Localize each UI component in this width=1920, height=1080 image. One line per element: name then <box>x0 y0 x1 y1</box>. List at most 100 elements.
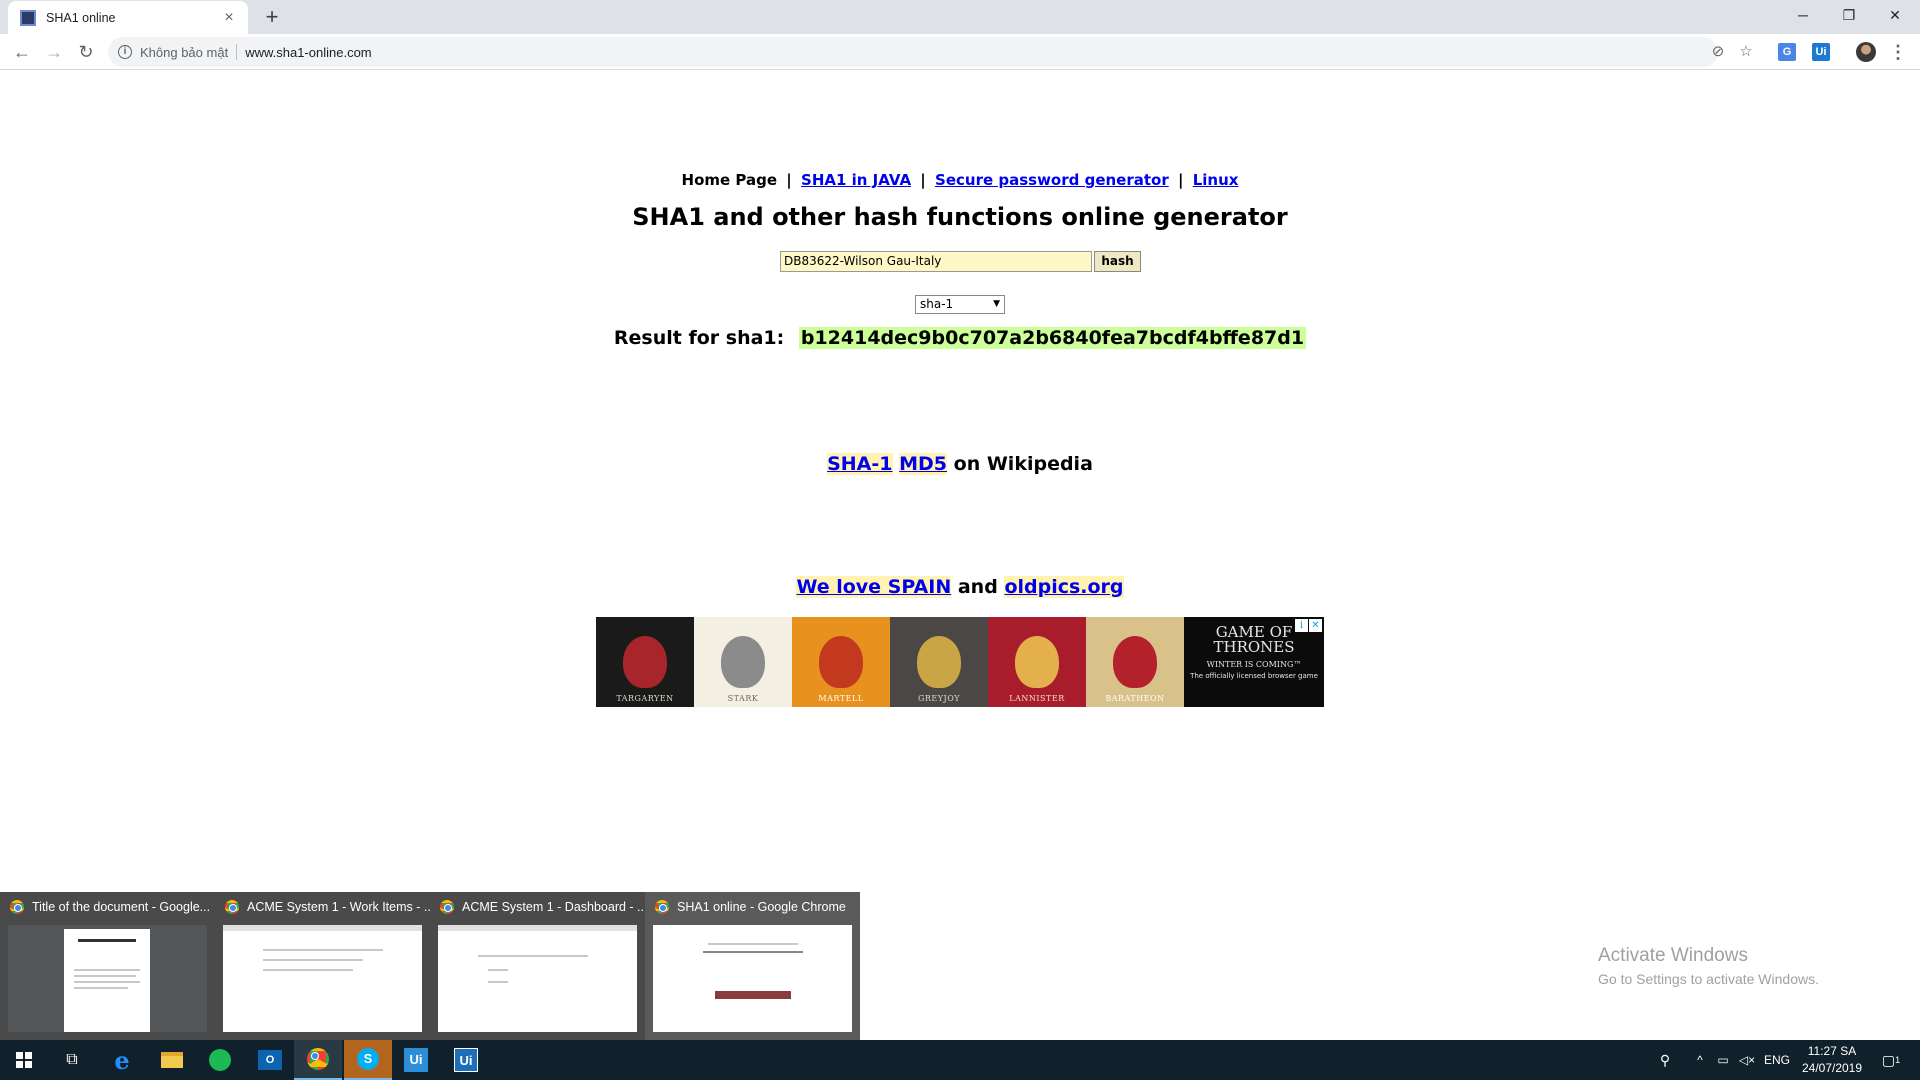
url-text[interactable]: www.sha1-online.com <box>245 45 371 60</box>
game-ad-tagline: WINTER IS COMING™ <box>1206 660 1302 669</box>
start-button[interactable] <box>0 1040 48 1080</box>
file-explorer-icon[interactable] <box>148 1040 196 1080</box>
chrome-icon <box>655 900 669 914</box>
nav-link-sha1-java[interactable]: SHA1 in JAVA <box>801 171 911 189</box>
hash-result: Result for sha1: b12414dec9b0c707a2b6840… <box>0 327 1920 349</box>
wiki-link-md5[interactable]: MD5 <box>899 453 948 475</box>
house-tile[interactable]: GREYJOY <box>890 617 988 707</box>
window-thumbnail[interactable]: Title of the document - Google... <box>0 892 215 1040</box>
house-tile[interactable]: LANNISTER <box>988 617 1086 707</box>
thumbnail-preview <box>438 925 637 1032</box>
promo-link-oldpics[interactable]: oldpics.org <box>1004 576 1124 598</box>
house-name: TARGARYEN <box>616 694 674 703</box>
restore-button[interactable]: ❐ <box>1826 0 1872 30</box>
thumbnail-preview <box>223 925 422 1032</box>
chrome-icon <box>307 1048 329 1070</box>
outlook-icon[interactable]: O <box>246 1040 294 1080</box>
info-icon[interactable]: i <box>118 45 132 59</box>
chrome-icon <box>440 900 454 914</box>
minimize-button[interactable]: ─ <box>1780 0 1826 30</box>
bookmark-star-icon[interactable]: ☆ <box>1734 37 1758 67</box>
hash-button[interactable]: hash <box>1094 251 1141 272</box>
nav-separator: | <box>1177 171 1184 189</box>
algorithm-selected-value: sha-1 <box>920 297 954 311</box>
network-icon[interactable]: ▭ <box>1712 1040 1734 1080</box>
browser-menu-icon[interactable]: ⋮ <box>1888 38 1908 66</box>
wiki-link-sha1[interactable]: SHA-1 <box>827 453 893 475</box>
dropdown-arrow-icon: ▼ <box>993 299 1000 309</box>
game-ad-panel[interactable]: GAME OF THRONES WINTER IS COMING™ The of… <box>1184 617 1324 707</box>
chrome-icon <box>10 900 24 914</box>
tab-title: SHA1 online <box>46 10 116 25</box>
spotify-icon[interactable] <box>196 1040 244 1080</box>
clock-time: 11:27 SA <box>1807 1044 1857 1058</box>
action-center-icon[interactable]: ▢ 1 <box>1876 1040 1906 1080</box>
house-sigil-icon <box>623 636 667 688</box>
house-name: GREYJOY <box>917 694 961 703</box>
edge-icon[interactable]: e <box>98 1040 146 1080</box>
thumbnail-preview <box>653 925 852 1032</box>
chrome-taskbar-icon[interactable] <box>294 1040 342 1080</box>
house-tile[interactable]: MARTELL <box>792 617 890 707</box>
window-thumbnail-active[interactable]: SHA1 online - Google Chrome <box>645 892 860 1040</box>
system-clock[interactable]: 11:27 SA 24/07/2019 <box>1790 1043 1874 1077</box>
browser-tab[interactable]: SHA1 online × <box>8 1 248 34</box>
house-tile[interactable]: STARK <box>694 617 792 707</box>
tray-chevron-icon[interactable]: ^ <box>1690 1040 1710 1080</box>
nav-link-linux[interactable]: Linux <box>1193 171 1239 189</box>
nav-link-password-generator[interactable]: Secure password generator <box>935 171 1169 189</box>
promo-link-spain[interactable]: We love SPAIN <box>796 576 952 598</box>
nav-home: Home Page <box>681 171 778 189</box>
house-sigil-icon <box>1015 636 1059 688</box>
browser-toolbar: ← → ↻ i Không bảo mật www.sha1-online.co… <box>0 34 1920 70</box>
wikipedia-links: SHA-1 MD5 on Wikipedia <box>0 453 1920 475</box>
house-sigil-icon <box>721 636 765 688</box>
skype-icon[interactable]: S <box>344 1040 392 1080</box>
hash-form: DB83622-Wilson Gau-Italy hash <box>780 251 1141 272</box>
thumbnail-title: ACME System 1 - Work Items - ... <box>247 900 430 914</box>
algorithm-select[interactable]: sha-1 ▼ <box>915 295 1005 314</box>
address-bar[interactable]: i Không bảo mật www.sha1-online.com ⊘ ☆ <box>108 37 1753 67</box>
close-window-button[interactable]: ✕ <box>1872 0 1918 30</box>
ad-choices: i ✕ <box>1294 619 1322 632</box>
adchoices-info-icon[interactable]: i <box>1295 619 1308 632</box>
taskbar-thumbnail-flyout: Title of the document - Google... ACME S… <box>0 892 860 1040</box>
translate-blocked-icon[interactable]: ⊘ <box>1706 37 1730 67</box>
promo-joiner: and <box>957 576 998 598</box>
uipath-extension-icon[interactable]: Ui <box>1812 43 1830 61</box>
house-tile[interactable]: TARGARYEN <box>596 617 694 707</box>
house-name: MARTELL <box>818 694 864 703</box>
windows-taskbar: ⧉ e O S Ui Ui ⚲ ^ ▭ ◁× ENG 11:27 SA 24/0… <box>0 1040 1920 1080</box>
reload-icon[interactable]: ↻ <box>72 38 100 66</box>
watermark-subtitle: Go to Settings to activate Windows. <box>1598 971 1819 987</box>
watermark-title: Activate Windows <box>1598 945 1748 966</box>
nav-separator: | <box>920 171 926 189</box>
uipath-studio-icon[interactable]: Ui <box>392 1040 440 1080</box>
security-label[interactable]: Không bảo mật <box>140 45 228 60</box>
tab-close-icon[interactable]: × <box>220 9 238 27</box>
ad-close-icon[interactable]: ✕ <box>1309 619 1322 632</box>
people-icon[interactable]: ⚲ <box>1652 1040 1678 1080</box>
new-tab-button[interactable]: + <box>258 3 286 31</box>
hash-input[interactable]: DB83622-Wilson Gau-Italy <box>780 251 1092 272</box>
volume-muted-icon[interactable]: ◁× <box>1736 1040 1758 1080</box>
thumbnail-title: ACME System 1 - Dashboard - ... <box>462 900 645 914</box>
house-tile[interactable]: BARATHEON <box>1086 617 1184 707</box>
google-translate-extension-icon[interactable]: G <box>1778 43 1796 61</box>
uipath-robot-icon[interactable]: Ui <box>442 1040 490 1080</box>
house-sigil-icon <box>917 636 961 688</box>
omnibox-divider <box>236 44 238 60</box>
windows-logo-icon <box>16 1052 32 1068</box>
house-sigil-icon <box>1113 636 1157 688</box>
window-thumbnail[interactable]: ACME System 1 - Work Items - ... <box>215 892 430 1040</box>
activate-windows-watermark: Activate Windows Go to Settings to activ… <box>1598 945 1819 987</box>
profile-avatar[interactable] <box>1856 42 1876 62</box>
page-title: SHA1 and other hash functions online gen… <box>632 203 1288 231</box>
house-name: BARATHEON <box>1105 694 1165 703</box>
input-language[interactable]: ENG <box>1762 1040 1792 1080</box>
game-of-thrones-banner-ad[interactable]: TARGARYEN STARK MARTELL GREYJOY LANNISTE… <box>596 617 1324 707</box>
forward-arrow-icon[interactable]: → <box>40 38 68 66</box>
window-thumbnail[interactable]: ACME System 1 - Dashboard - ... <box>430 892 645 1040</box>
back-arrow-icon[interactable]: ← <box>8 38 36 66</box>
task-view-icon[interactable]: ⧉ <box>48 1040 96 1080</box>
